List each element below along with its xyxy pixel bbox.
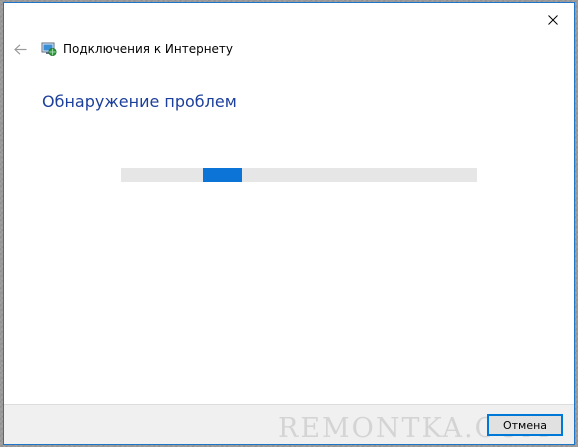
cancel-button[interactable]: Отмена [487, 414, 563, 436]
troubleshooter-window: Подключения к Интернету Обнаружение проб… [3, 2, 575, 445]
close-icon [548, 15, 558, 25]
progress-bar-chunk [202, 168, 243, 182]
window-title: Подключения к Интернету [63, 42, 234, 56]
back-button[interactable] [10, 39, 30, 59]
footer-bar: REMONTKA.COM Отмена [4, 404, 574, 444]
back-arrow-icon [13, 43, 26, 55]
progress-bar [121, 168, 477, 182]
network-connection-icon [41, 42, 57, 56]
page-heading: Обнаружение проблем [42, 92, 237, 111]
close-button[interactable] [538, 7, 568, 33]
